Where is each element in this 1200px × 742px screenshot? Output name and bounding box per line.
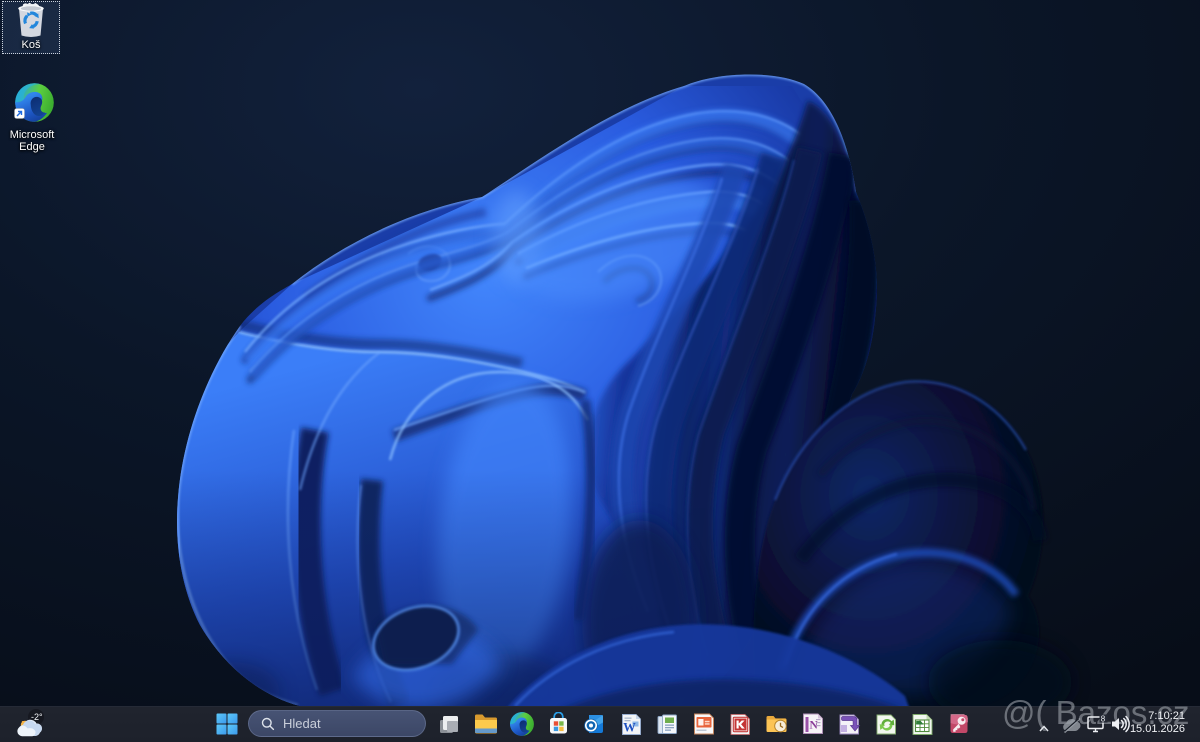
svg-text:8: 8	[1101, 715, 1106, 724]
svg-text:W: W	[623, 720, 636, 734]
